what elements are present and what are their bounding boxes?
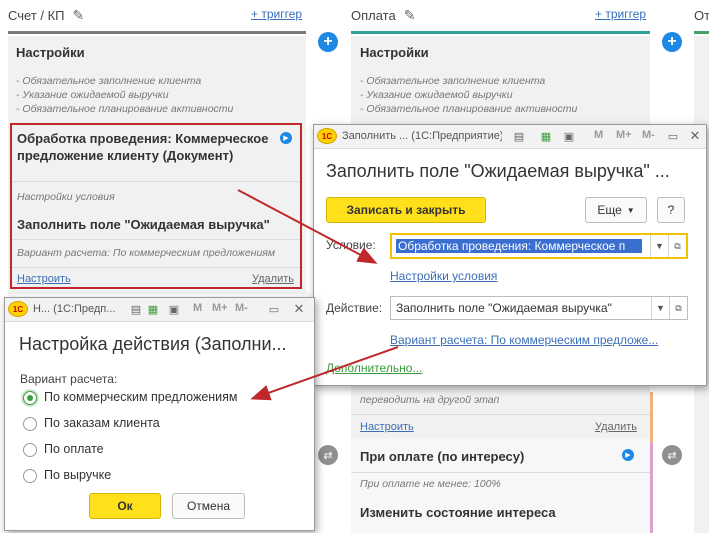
- arrow-to-option: [250, 346, 399, 401]
- arrow-to-condition: [237, 189, 378, 264]
- annotation-arrows: [237, 189, 399, 401]
